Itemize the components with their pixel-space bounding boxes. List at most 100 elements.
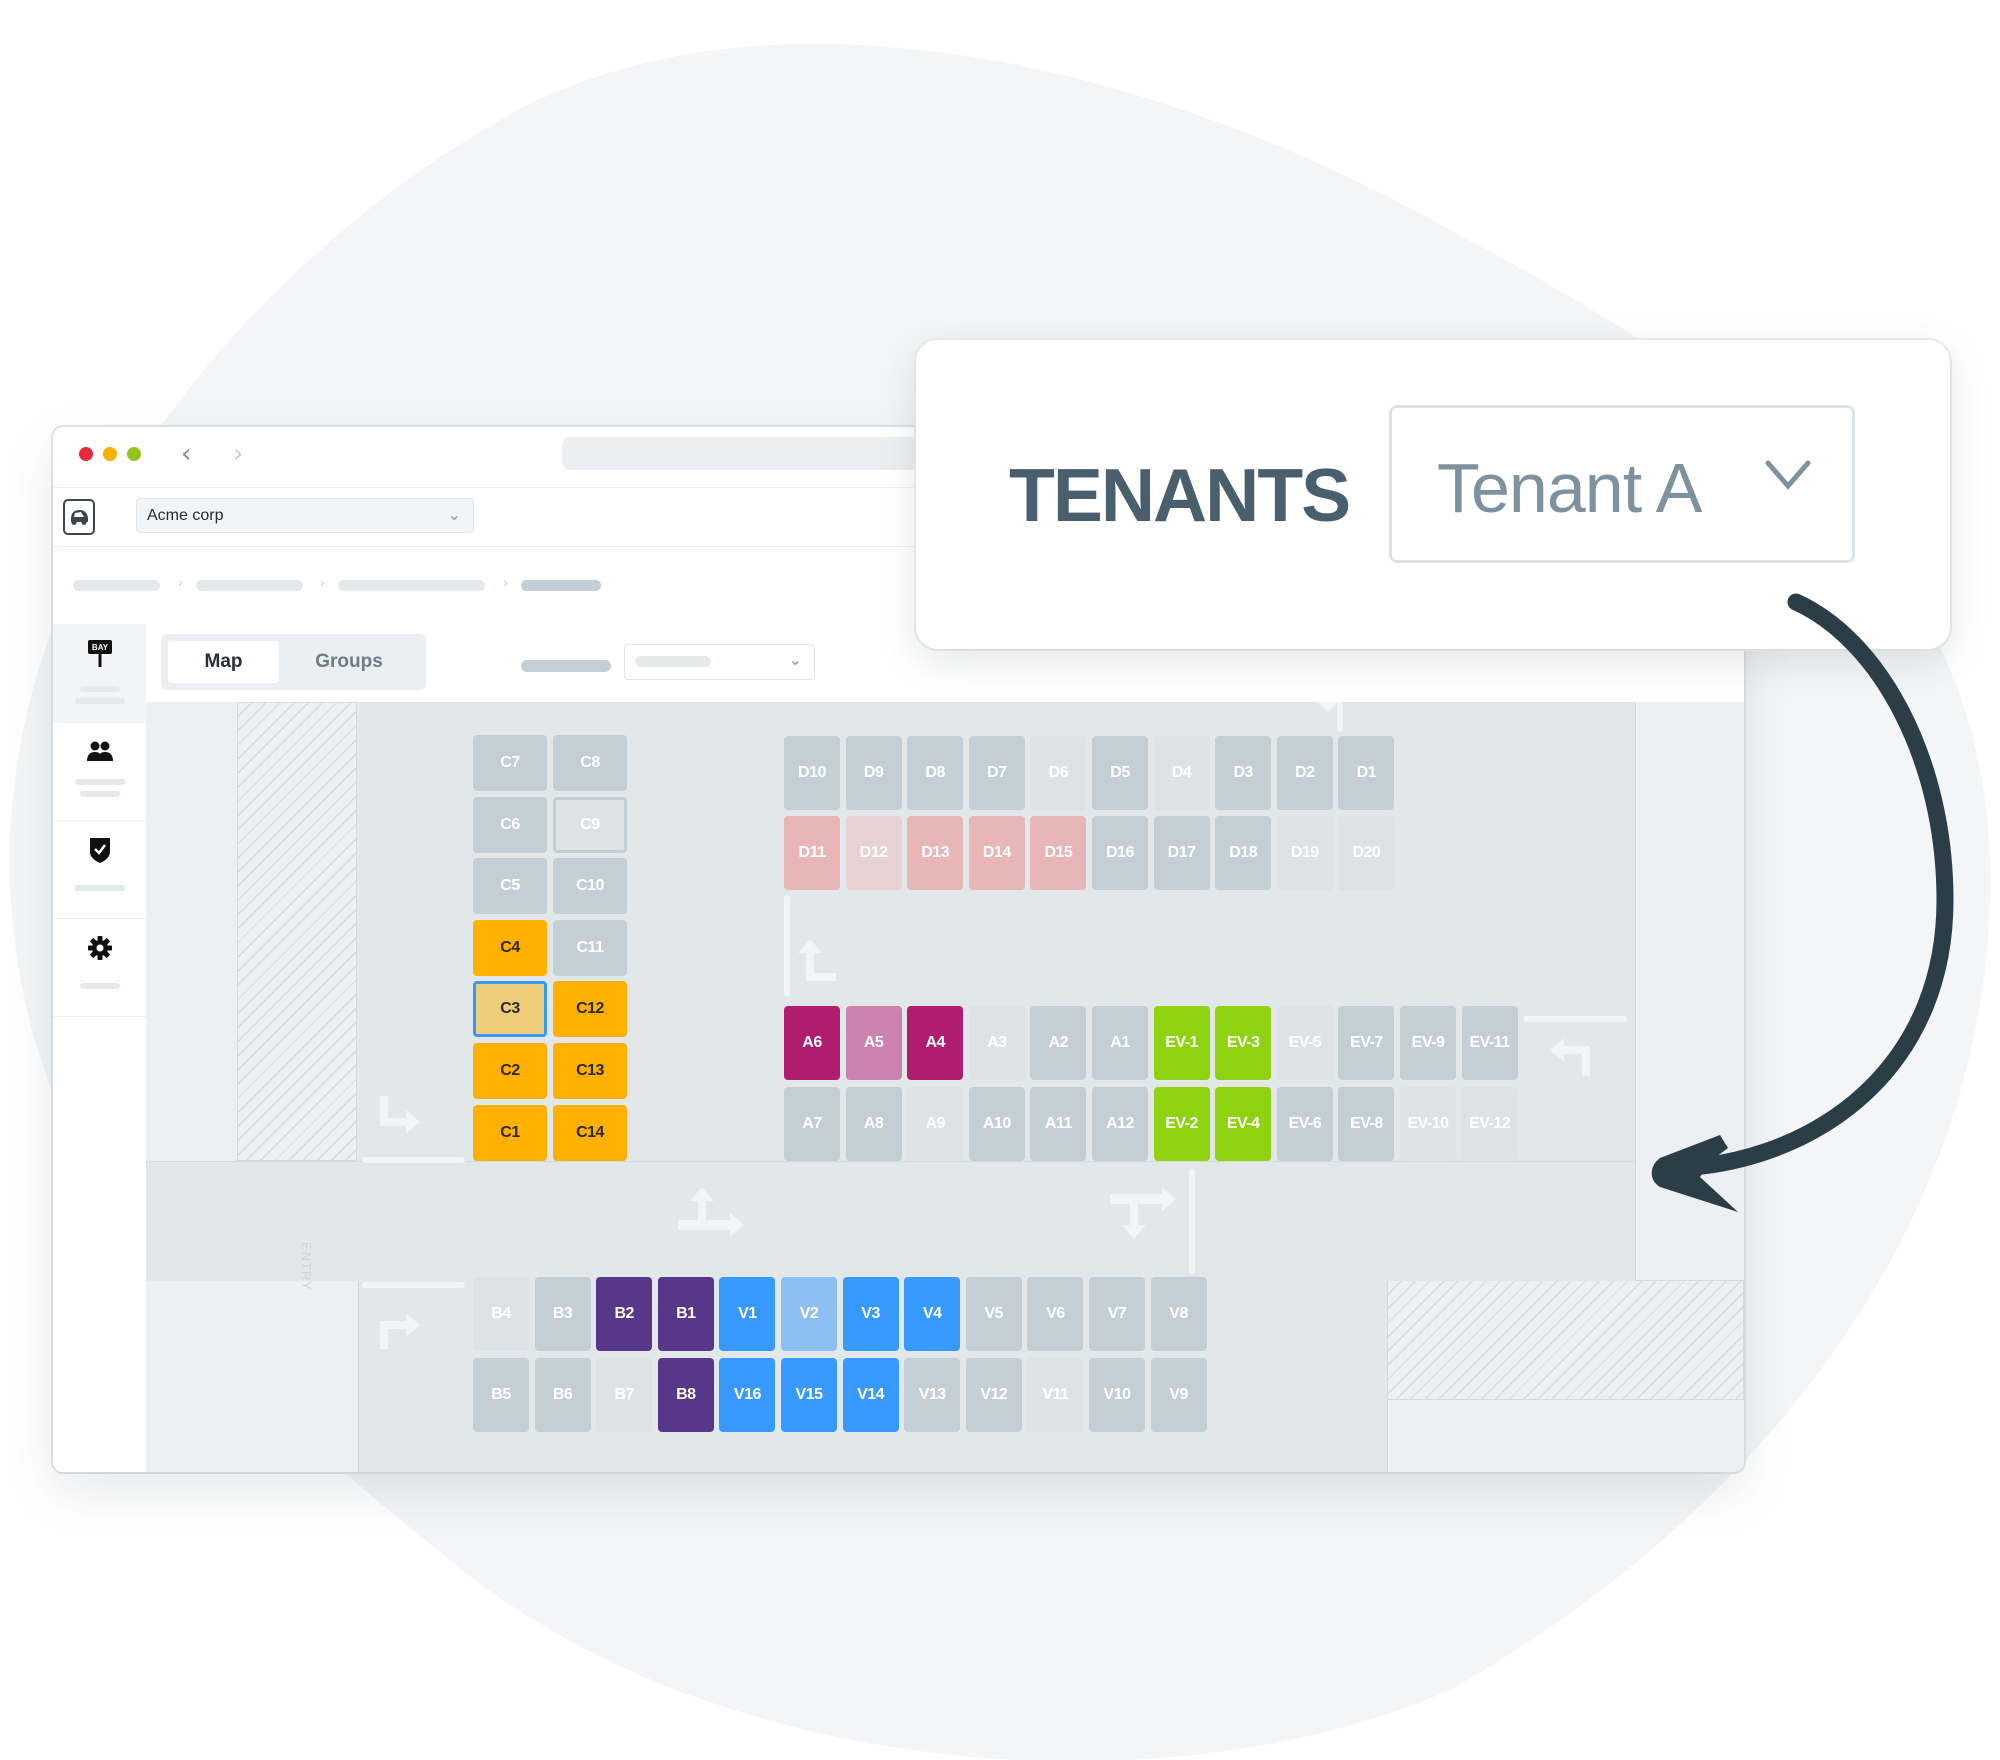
parking-bay-v8[interactable]: V8: [1150, 1277, 1207, 1351]
parking-bay-c11[interactable]: C11: [553, 919, 627, 976]
parking-bay-v2[interactable]: V2: [781, 1277, 837, 1351]
parking-bay-d13[interactable]: D13: [907, 816, 964, 890]
parking-bay-d2[interactable]: D2: [1276, 736, 1333, 810]
parking-bay-c1[interactable]: C1: [473, 1104, 547, 1161]
parking-bay-a6[interactable]: A6: [784, 1006, 840, 1080]
parking-bay-v7[interactable]: V7: [1089, 1277, 1145, 1351]
parking-bay-d12[interactable]: D12: [845, 816, 902, 890]
forward-chevron-icon[interactable]: ›: [233, 441, 243, 467]
parking-bay-d5[interactable]: D5: [1092, 736, 1148, 810]
breadcrumb-item[interactable]: [338, 580, 485, 591]
sidebar-item-permissions[interactable]: [53, 820, 146, 919]
parking-bay-ev-5[interactable]: EV-5: [1276, 1006, 1333, 1080]
parking-bay-d18[interactable]: D18: [1215, 816, 1272, 890]
parking-bay-b2[interactable]: B2: [596, 1277, 653, 1351]
parking-bay-c3[interactable]: C3: [473, 981, 547, 1038]
parking-bay-v10[interactable]: V10: [1089, 1358, 1145, 1432]
parking-bay-d8[interactable]: D8: [907, 736, 964, 810]
parking-bay-d15[interactable]: D15: [1030, 816, 1087, 890]
parking-bay-d11[interactable]: D11: [784, 816, 840, 890]
parking-bay-d9[interactable]: D9: [845, 736, 902, 810]
parking-bay-v16[interactable]: V16: [719, 1358, 776, 1432]
parking-bay-b3[interactable]: B3: [534, 1277, 591, 1351]
parking-bay-v3[interactable]: V3: [842, 1277, 899, 1351]
parking-bay-a11[interactable]: A11: [1030, 1087, 1087, 1161]
car-logo-icon[interactable]: [63, 499, 95, 535]
parking-bay-ev-6[interactable]: EV-6: [1276, 1087, 1333, 1161]
parking-bay-b4[interactable]: B4: [473, 1277, 529, 1351]
sidebar-item-settings[interactable]: [53, 918, 146, 1017]
parking-bay-d1[interactable]: D1: [1338, 736, 1395, 810]
breadcrumb-item[interactable]: [196, 580, 303, 591]
parking-bay-c8[interactable]: C8: [553, 735, 627, 791]
parking-bay-v6[interactable]: V6: [1027, 1277, 1084, 1351]
parking-bay-ev-9[interactable]: EV-9: [1400, 1006, 1456, 1080]
parking-bay-v14[interactable]: V14: [842, 1358, 899, 1432]
parking-bay-a7[interactable]: A7: [784, 1087, 840, 1161]
parking-bay-b5[interactable]: B5: [473, 1358, 529, 1432]
parking-bay-d3[interactable]: D3: [1215, 736, 1272, 810]
parking-bay-v13[interactable]: V13: [904, 1358, 961, 1432]
parking-bay-c14[interactable]: C14: [553, 1104, 627, 1161]
organization-select[interactable]: Acme corp ⌄: [136, 498, 474, 533]
parking-bay-v9[interactable]: V9: [1150, 1358, 1207, 1432]
parking-bay-v4[interactable]: V4: [904, 1277, 961, 1351]
parking-bay-ev-8[interactable]: EV-8: [1338, 1087, 1395, 1161]
parking-bay-d17[interactable]: D17: [1153, 816, 1210, 890]
parking-bay-d16[interactable]: D16: [1092, 816, 1148, 890]
parking-bay-ev-7[interactable]: EV-7: [1338, 1006, 1395, 1080]
tab-map[interactable]: Map: [168, 641, 279, 683]
parking-bay-a1[interactable]: A1: [1092, 1006, 1148, 1080]
parking-bay-ev-12[interactable]: EV-12: [1461, 1087, 1518, 1161]
parking-bay-a10[interactable]: A10: [968, 1087, 1025, 1161]
parking-bay-ev-10[interactable]: EV-10: [1400, 1087, 1456, 1161]
maximize-window-button[interactable]: [127, 447, 141, 461]
parking-bay-c6[interactable]: C6: [473, 796, 547, 853]
parking-bay-ev-2[interactable]: EV-2: [1153, 1087, 1210, 1161]
parking-bay-ev-1[interactable]: EV-1: [1153, 1006, 1210, 1080]
back-chevron-icon[interactable]: ‹: [181, 441, 191, 467]
parking-bay-a8[interactable]: A8: [845, 1087, 902, 1161]
parking-bay-ev-11[interactable]: EV-11: [1461, 1006, 1518, 1080]
parking-bay-b1[interactable]: B1: [657, 1277, 714, 1351]
parking-bay-a12[interactable]: A12: [1092, 1087, 1148, 1161]
parking-bay-c5[interactable]: C5: [473, 858, 547, 915]
parking-bay-c7[interactable]: C7: [473, 735, 547, 791]
breadcrumb-item[interactable]: [73, 580, 160, 591]
parking-bay-a9[interactable]: A9: [907, 1087, 964, 1161]
sidebar-item-bays[interactable]: BAY: [53, 624, 146, 723]
parking-bay-b7[interactable]: B7: [596, 1358, 653, 1432]
parking-bay-a2[interactable]: A2: [1030, 1006, 1087, 1080]
tenant-select[interactable]: Tenant A: [1389, 405, 1855, 563]
parking-bay-d19[interactable]: D19: [1276, 816, 1333, 890]
parking-bay-d6[interactable]: D6: [1030, 736, 1087, 810]
tab-groups[interactable]: Groups: [279, 641, 419, 683]
parking-bay-ev-3[interactable]: EV-3: [1215, 1006, 1272, 1080]
parking-bay-b8[interactable]: B8: [657, 1358, 714, 1432]
parking-bay-c12[interactable]: C12: [553, 981, 627, 1038]
close-window-button[interactable]: [79, 447, 93, 461]
parking-bay-v15[interactable]: V15: [781, 1358, 837, 1432]
parking-bay-d7[interactable]: D7: [968, 736, 1025, 810]
parking-bay-d4[interactable]: D4: [1153, 736, 1210, 810]
parking-bay-d20[interactable]: D20: [1338, 816, 1395, 890]
parking-bay-ev-4[interactable]: EV-4: [1215, 1087, 1272, 1161]
sidebar-item-tenants[interactable]: [53, 722, 146, 821]
parking-bay-d10[interactable]: D10: [784, 736, 840, 810]
parking-bay-a4[interactable]: A4: [907, 1006, 964, 1080]
parking-bay-b6[interactable]: B6: [534, 1358, 591, 1432]
parking-bay-a3[interactable]: A3: [968, 1006, 1025, 1080]
parking-bay-c4[interactable]: C4: [473, 919, 547, 976]
parking-bay-d14[interactable]: D14: [968, 816, 1025, 890]
parking-bay-a5[interactable]: A5: [845, 1006, 902, 1080]
parking-bay-v12[interactable]: V12: [965, 1358, 1022, 1432]
parking-bay-v11[interactable]: V11: [1027, 1358, 1084, 1432]
parking-bay-v1[interactable]: V1: [719, 1277, 776, 1351]
minimize-window-button[interactable]: [103, 447, 117, 461]
parking-bay-c10[interactable]: C10: [553, 858, 627, 915]
parking-bay-c2[interactable]: C2: [473, 1043, 547, 1099]
parking-bay-v5[interactable]: V5: [965, 1277, 1022, 1351]
parking-bay-c9[interactable]: C9: [553, 796, 627, 853]
filter-select[interactable]: ⌄: [624, 644, 815, 680]
parking-bay-c13[interactable]: C13: [553, 1043, 627, 1099]
